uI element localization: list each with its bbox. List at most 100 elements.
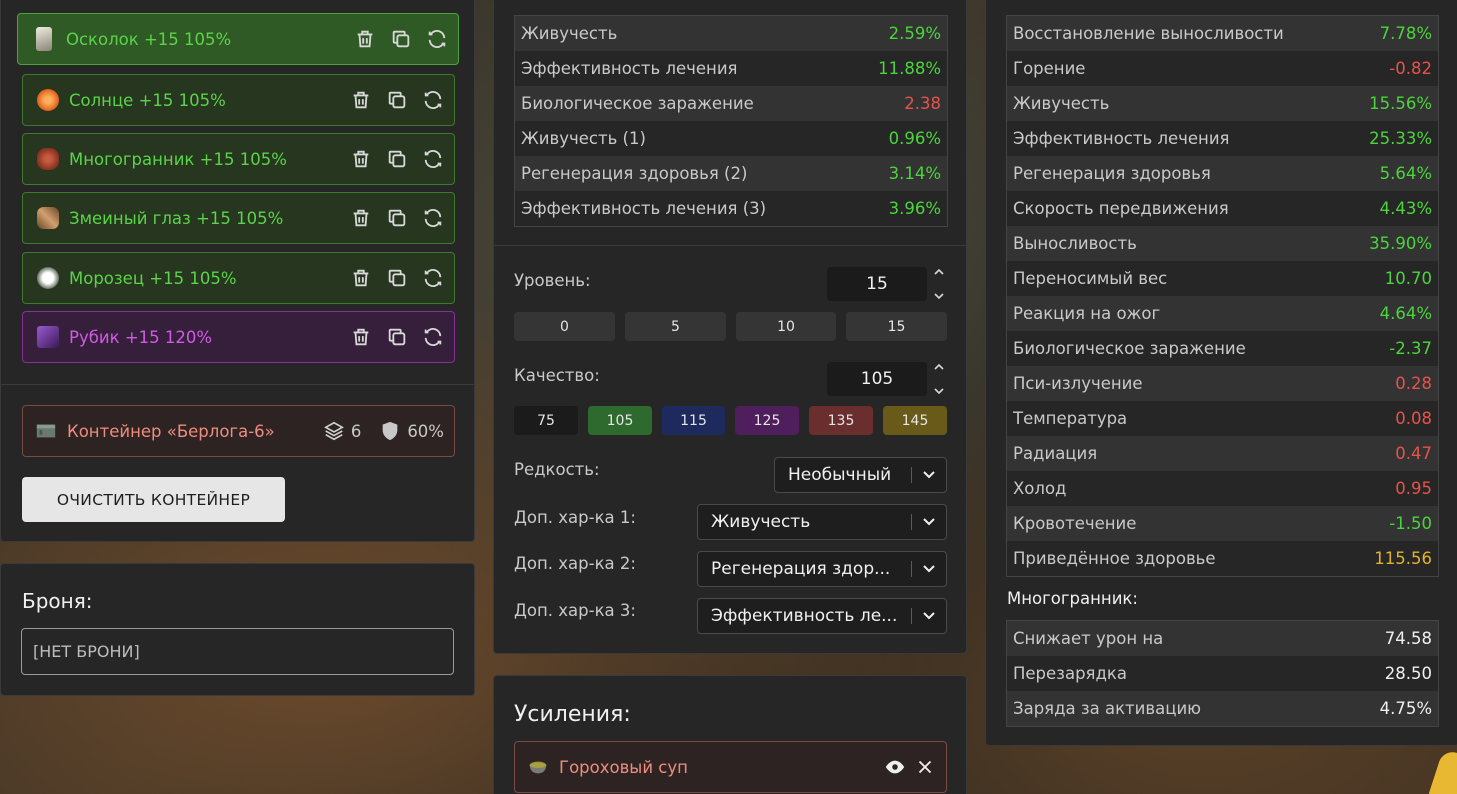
extra-stat-label: Доп. хар-ка 1: <box>514 508 636 527</box>
trash-icon[interactable] <box>350 207 372 229</box>
trash-icon[interactable] <box>350 148 372 170</box>
extra-stat-select[interactable]: Регенерация здор... <box>697 551 947 587</box>
boost-item[interactable]: Гороховый суп <box>514 741 947 793</box>
boosts-title: Усиления: <box>514 702 631 727</box>
artifact-label: Осколок +15 105% <box>66 29 232 49</box>
polyhedron-stats-table: Снижает урон на 74.58 Перезарядка 28.50 Заря… <box>1006 620 1439 727</box>
quality-preset-button[interactable]: 135 <box>809 406 873 435</box>
stat-value: 0.28 <box>1395 374 1432 393</box>
stat-row: Скорость передвижения 4.43% <box>1007 191 1438 226</box>
level-preset-button[interactable]: 5 <box>625 312 726 341</box>
divider <box>494 245 966 246</box>
eye-icon[interactable] <box>884 756 906 778</box>
trash-icon[interactable] <box>354 28 376 50</box>
refresh-icon[interactable] <box>422 148 444 170</box>
stat-value: 0.95 <box>1395 479 1432 498</box>
hand-decoration <box>1428 748 1457 794</box>
copy-icon[interactable] <box>386 207 408 229</box>
refresh-icon[interactable] <box>426 28 448 50</box>
armor-select[interactable]: [НЕТ БРОНИ] <box>21 628 454 675</box>
trash-icon[interactable] <box>350 89 372 111</box>
copy-icon[interactable] <box>386 267 408 289</box>
refresh-icon[interactable] <box>422 89 444 111</box>
level-label: Уровень: <box>514 271 591 290</box>
stat-label: Восстановление выносливости <box>1013 24 1284 43</box>
frost-icon <box>37 267 59 289</box>
stat-label: Регенерация здоровья <box>1013 164 1211 183</box>
container-label: Контейнер «Берлога-6» <box>67 421 275 441</box>
level-spinner[interactable] <box>932 267 946 301</box>
level-preset-button[interactable]: 0 <box>514 312 615 341</box>
copy-icon[interactable] <box>386 326 408 348</box>
stat-label: Снижает урон на <box>1013 629 1164 648</box>
refresh-icon[interactable] <box>422 267 444 289</box>
clear-container-button[interactable]: ОЧИСТИТЬ КОНТЕЙНЕР <box>22 477 285 522</box>
level-preset-button[interactable]: 10 <box>736 312 836 341</box>
refresh-icon[interactable] <box>422 207 444 229</box>
quality-spinner[interactable] <box>932 362 946 396</box>
stat-row: Эффективность лечения 11.88% <box>515 51 947 86</box>
armor-title: Броня: <box>22 589 93 613</box>
stat-row: Пси-излучение 0.28 <box>1007 366 1438 401</box>
artifact-settings-panel: Живучесть 2.59% Эффективность лечения 11.8… <box>493 0 967 654</box>
chevron-down-icon <box>934 293 944 300</box>
quality-preset-button[interactable]: 145 <box>883 406 947 435</box>
trash-icon[interactable] <box>350 267 372 289</box>
quality-preset-button[interactable]: 115 <box>662 406 725 435</box>
refresh-icon[interactable] <box>422 326 444 348</box>
artifact-slot[interactable]: Многогранник +15 105% <box>22 133 455 185</box>
extra-stat-label: Доп. хар-ка 2: <box>514 554 636 573</box>
chevron-down-icon <box>912 517 946 527</box>
trash-icon[interactable] <box>350 326 372 348</box>
container-slot[interactable]: Контейнер «Берлога-6» 6 60% <box>22 405 455 457</box>
extra-stat-value: Эффективность ле... <box>711 606 898 626</box>
quality-preset-button[interactable]: 75 <box>514 406 578 435</box>
stat-value: 7.78% <box>1379 24 1432 43</box>
sun-icon <box>37 89 59 111</box>
extra-stat-select[interactable]: Живучесть <box>697 504 947 540</box>
artifact-slot[interactable]: Солнце +15 105% <box>22 74 455 126</box>
level-preset-button[interactable]: 15 <box>846 312 947 341</box>
rarity-label: Редкость: <box>514 460 600 479</box>
snake-eye-icon <box>37 207 59 229</box>
soup-icon <box>527 756 549 778</box>
stat-label: Пси-излучение <box>1013 374 1143 393</box>
artifact-slot[interactable]: Морозец +15 105% <box>22 252 455 304</box>
level-input[interactable]: 15 <box>827 267 927 301</box>
quality-preset-button[interactable]: 105 <box>588 406 652 435</box>
stat-row: Эффективность лечения (3) 3.96% <box>515 191 947 226</box>
copy-icon[interactable] <box>386 148 408 170</box>
artifact-slot[interactable]: Змеиный глаз +15 105% <box>22 192 455 244</box>
stat-row: Радиация 0.47 <box>1007 436 1438 471</box>
stat-value: 5.64% <box>1379 164 1432 183</box>
quality-preset-button[interactable]: 125 <box>735 406 799 435</box>
copy-icon[interactable] <box>390 28 412 50</box>
stat-label: Кровотечение <box>1013 514 1137 533</box>
close-icon[interactable] <box>914 756 936 778</box>
chevron-up-icon <box>934 363 944 370</box>
extra-stat-value: Живучесть <box>711 512 811 532</box>
stat-label: Реакция на ожог <box>1013 304 1161 323</box>
stat-label: Скорость передвижения <box>1013 199 1229 218</box>
artifact-slot[interactable]: Рубик +15 120% <box>22 311 455 363</box>
stat-label: Живучесть <box>1013 94 1110 113</box>
stat-label: Радиация <box>1013 444 1098 463</box>
stat-value: 28.50 <box>1384 664 1432 683</box>
stat-row: Температура 0.08 <box>1007 401 1438 436</box>
stat-row: Переносимый вес 10.70 <box>1007 261 1438 296</box>
copy-icon[interactable] <box>386 89 408 111</box>
shard-icon <box>36 27 52 51</box>
stat-value: 115.56 <box>1374 549 1432 568</box>
boosts-panel: Усиления: Гороховый суп <box>493 675 967 794</box>
stat-row: Живучесть 2.59% <box>515 16 947 51</box>
quality-input[interactable]: 105 <box>827 362 927 396</box>
chevron-up-icon <box>934 268 944 275</box>
extra-stat-select[interactable]: Эффективность ле... <box>697 598 947 634</box>
boost-label: Гороховый суп <box>559 757 688 777</box>
rarity-select[interactable]: Необычный <box>774 457 947 493</box>
stat-row: Холод 0.95 <box>1007 471 1438 506</box>
total-stats-table: Восстановление выносливости 7.78% Горение -… <box>1006 15 1439 577</box>
stat-row: Выносливость 35.90% <box>1007 226 1438 261</box>
artifact-slot[interactable]: Осколок +15 105% <box>17 13 459 65</box>
stat-label: Переносимый вес <box>1013 269 1168 288</box>
